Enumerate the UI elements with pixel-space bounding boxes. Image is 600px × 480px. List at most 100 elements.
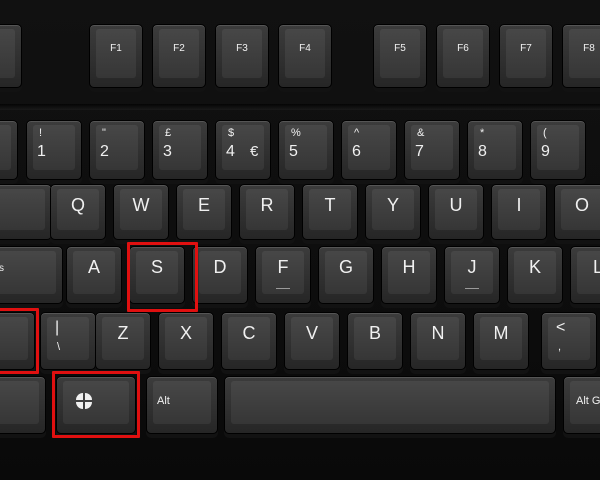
f4-label: F4: [299, 43, 311, 54]
key-9[interactable]: (9: [530, 120, 586, 180]
f4-key[interactable]: F4: [278, 24, 332, 88]
key-u[interactable]: U: [428, 184, 484, 240]
f3-key[interactable]: F3: [215, 24, 269, 88]
key-1-shift-label: !: [39, 127, 43, 139]
key-r[interactable]: R: [239, 184, 295, 240]
key-w[interactable]: W: [113, 184, 169, 240]
left-alt-key[interactable]: Alt: [146, 376, 218, 434]
key-backslash-top-label: |: [55, 319, 60, 336]
key-f-label: F: [277, 257, 289, 277]
windows-key-highlight: [52, 371, 140, 438]
key-8-label: 8: [478, 143, 487, 160]
key-b[interactable]: B: [347, 312, 403, 370]
key-l[interactable]: L: [570, 246, 600, 304]
key-w-label: W: [132, 195, 150, 215]
f5-key[interactable]: F5: [373, 24, 427, 88]
key-d[interactable]: D: [192, 246, 248, 304]
keyboard: F1 F2 F3 F4 F5 F6 F7 F8 ! 1 " 2 £3 $4 € % 5 …: [0, 0, 600, 480]
key-o-label: O: [574, 195, 589, 215]
key-x[interactable]: X: [158, 312, 214, 370]
key-m[interactable]: M: [473, 312, 529, 370]
key-2-label: 2: [100, 143, 109, 160]
key-8-shift-label: *: [480, 127, 485, 139]
key-3-shift-label: £: [165, 127, 172, 139]
key-4-label: 4: [226, 143, 235, 160]
key-l-label: L: [592, 257, 600, 277]
f2-key[interactable]: F2: [152, 24, 206, 88]
key-d-label: D: [213, 257, 227, 277]
right-alt-label: Alt Gr: [576, 395, 600, 407]
key-comma[interactable]: <,: [541, 312, 597, 370]
f3-label: F3: [236, 43, 248, 54]
key-n-label: N: [431, 323, 445, 343]
f7-key[interactable]: F7: [499, 24, 553, 88]
key-e[interactable]: E: [176, 184, 232, 240]
key-q-label: Q: [70, 195, 85, 215]
key-x-label: X: [179, 323, 192, 343]
key-7-label: 7: [415, 143, 424, 160]
key-2-shift-label: ": [102, 127, 106, 139]
row-divider: [0, 104, 600, 110]
key-v-label: V: [305, 323, 318, 343]
key-n[interactable]: N: [410, 312, 466, 370]
key-k[interactable]: K: [507, 246, 563, 304]
key-f[interactable]: F: [255, 246, 311, 304]
key-t[interactable]: T: [302, 184, 358, 240]
key-q[interactable]: Q: [50, 184, 106, 240]
left-ctrl-key[interactable]: [0, 376, 46, 434]
key-v[interactable]: V: [284, 312, 340, 370]
f8-key[interactable]: F8: [562, 24, 600, 88]
tab-key[interactable]: [0, 184, 52, 240]
key-4-shift-label: $: [228, 127, 235, 139]
spacebar[interactable]: [224, 376, 556, 434]
f-key-locator-bump: [276, 288, 290, 289]
f1-key[interactable]: F1: [89, 24, 143, 88]
key-k-label: K: [528, 257, 541, 277]
key-comma-top-label: <: [556, 319, 566, 336]
key-h[interactable]: H: [381, 246, 437, 304]
key-3-label: 3: [163, 143, 172, 160]
key-a[interactable]: A: [66, 246, 122, 304]
key-o[interactable]: O: [554, 184, 600, 240]
key-z-label: Z: [117, 323, 129, 343]
key-r-label: R: [260, 195, 274, 215]
key-i[interactable]: I: [491, 184, 547, 240]
key-7-shift-label: &: [417, 127, 425, 139]
key-backslash-bottom-label: \: [57, 341, 61, 353]
key-g[interactable]: G: [318, 246, 374, 304]
key-1[interactable]: ! 1: [26, 120, 82, 180]
backtick-key[interactable]: [0, 120, 18, 180]
key-3[interactable]: £3: [152, 120, 208, 180]
key-backslash[interactable]: | \: [40, 312, 96, 370]
key-7[interactable]: & 7: [404, 120, 460, 180]
key-6-shift-label: ^: [354, 127, 360, 139]
key-z[interactable]: Z: [95, 312, 151, 370]
right-alt-key[interactable]: Alt Gr: [563, 376, 600, 434]
j-key-locator-bump: [465, 288, 479, 289]
f5-label: F5: [394, 43, 406, 54]
key-b-label: B: [368, 323, 381, 343]
key-6[interactable]: ^ 6: [341, 120, 397, 180]
key-u-label: U: [449, 195, 463, 215]
key-t-label: T: [324, 195, 336, 215]
key-8[interactable]: * 8: [467, 120, 523, 180]
key-j[interactable]: J: [444, 246, 500, 304]
key-2[interactable]: " 2: [89, 120, 145, 180]
caps-lock-key[interactable]: s: [0, 246, 63, 304]
key-c[interactable]: C: [221, 312, 277, 370]
key-5[interactable]: % 5: [278, 120, 334, 180]
f7-label: F7: [520, 43, 532, 54]
key-9-shift-label: (: [543, 127, 547, 139]
f1-label: F1: [110, 43, 122, 54]
key-m-label: M: [493, 323, 509, 343]
key-4[interactable]: $4 €: [215, 120, 271, 180]
f6-key[interactable]: F6: [436, 24, 490, 88]
caps-lock-label-fragment: s: [0, 263, 4, 274]
key-j-label: J: [467, 257, 477, 277]
key-y[interactable]: Y: [365, 184, 421, 240]
key-g-label: G: [338, 257, 353, 277]
key-c-label: C: [242, 323, 256, 343]
key-9-label: 9: [541, 143, 550, 160]
escape-key[interactable]: [0, 24, 22, 88]
key-h-label: H: [402, 257, 416, 277]
